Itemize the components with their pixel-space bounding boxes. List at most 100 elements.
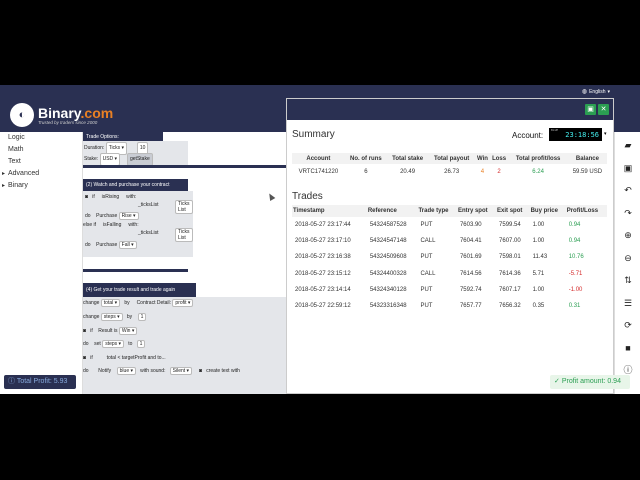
summary-cell: 20.49 (400, 168, 416, 175)
section4-block[interactable]: (4) Get your trade result and trade agai… (83, 283, 196, 297)
trades-header-cell: Reference (366, 205, 418, 217)
top-bar: ◍ English ▾ (0, 85, 640, 98)
summary-title: Summary (292, 129, 335, 140)
blockly-workspace[interactable]: Trade Options: Duration: Ticks ▾ 10 Stak… (83, 132, 286, 394)
trade-cell: 2018-05-27 23:17:44 (295, 222, 351, 229)
total-profit-badge: ⓘ Total Profit: 5.93 (4, 375, 76, 389)
do-label-4: do (83, 368, 89, 374)
trade-cell: 7599.54 (499, 222, 521, 229)
section2-block[interactable]: (2) Watch and purchase your contract (83, 179, 188, 191)
dialog-save-button[interactable]: ▣ (585, 104, 596, 115)
change-label: change (83, 300, 100, 306)
trades-title: Trades (292, 191, 323, 202)
zoom-out-icon[interactable]: ⊖ (621, 251, 635, 265)
purchase-label: Purchase (96, 213, 118, 219)
logo[interactable]: ◐ Binary.com Trusted by traders since 20… (10, 103, 113, 127)
ticks-list-var: _ticksList (138, 202, 159, 208)
trade-cell: 2018-05-27 23:14:14 (295, 286, 351, 293)
dialog-header: ▣ ✕ (287, 99, 613, 120)
settings-icon[interactable]: ◙ (85, 194, 88, 200)
steps-var-select[interactable]: steps ▾ (100, 313, 123, 321)
trade-options-label: Trade Options: (86, 134, 119, 140)
fall-select[interactable]: Fall ▾ (118, 241, 137, 249)
trade-cell: 7598.01 (499, 254, 521, 261)
summary-header-cell: Total payout (428, 153, 476, 164)
else-if-label: else if (83, 222, 97, 228)
stop-icon[interactable]: ■ (621, 341, 635, 355)
sort-icon[interactable]: ⇅ (621, 273, 635, 287)
blue-select[interactable]: blue ▾ (116, 367, 136, 375)
trade-cell: 54324509608 (369, 254, 407, 261)
redo-icon[interactable]: ↷ (621, 206, 635, 220)
list-icon[interactable]: ☰ (621, 296, 635, 310)
set-value[interactable]: 1 (136, 340, 146, 348)
sidebar-item-binary[interactable]: Binary (0, 180, 82, 192)
rise-select[interactable]: Rise ▾ (118, 212, 139, 220)
section4-body: change total ▾ by Contract Detail: profi… (83, 297, 286, 394)
summary-cell: 6 (364, 168, 368, 175)
profit-select[interactable]: profit ▾ (172, 299, 194, 307)
zoom-in-icon[interactable]: ⊕ (621, 228, 635, 242)
stake-currency-value: USD (102, 156, 114, 162)
silent-select[interactable]: Silent ▾ (169, 367, 193, 375)
clock-top: BLUE (551, 128, 559, 132)
set-label: set (94, 341, 101, 347)
sidebar-item-math[interactable]: Math (0, 144, 82, 156)
trade-cell: 0.94 (568, 238, 581, 245)
trade-cell: 0.35 (532, 303, 545, 310)
steps-amount[interactable]: 1 (137, 313, 147, 321)
save-icon[interactable]: ▣ (621, 161, 635, 175)
table-row: 2018-05-27 23:17:10 54324547148 CALL 7604.4… (292, 233, 607, 249)
steps-set-select[interactable]: steps ▾ (102, 340, 125, 348)
total-var-select[interactable]: total ▾ (100, 299, 121, 307)
undo-icon[interactable]: ↶ (621, 183, 635, 197)
settings-icon-2[interactable]: ◙ (83, 328, 86, 334)
summary-table: Account No. of runs Total stake Total payou… (292, 153, 607, 179)
sidebar-item-logic[interactable]: Logic (0, 132, 82, 144)
account-label: Account: (512, 131, 544, 140)
with-sound-label: with sound: (140, 368, 166, 374)
sidebar-item-advanced[interactable]: Advanced (0, 168, 82, 180)
with-label-2: with: (128, 222, 139, 228)
sidebar-item-text[interactable]: Text (0, 156, 82, 168)
trade-options-block[interactable]: Trade Options: (83, 132, 163, 141)
with-label: with: (126, 194, 137, 200)
folder-icon[interactable]: ▰ (621, 138, 635, 152)
trades-header-cell: Buy price (529, 205, 566, 217)
refresh-icon[interactable]: ⟳ (621, 318, 635, 332)
duration-unit-value: Ticks (108, 145, 121, 151)
ticks-list-label[interactable]: Ticks List (178, 201, 189, 213)
trade-cell: 7604.41 (459, 238, 482, 245)
silent-value: Silent (172, 368, 186, 374)
trade-cell: 54324340128 (369, 286, 407, 293)
settings-icon-4[interactable]: ◙ (199, 368, 202, 374)
trade-cell: 54324547148 (369, 238, 407, 245)
trade-cell: 7603.90 (459, 222, 482, 229)
trade-cell: CALL (420, 238, 436, 245)
settings-icon-3[interactable]: ◙ (83, 355, 86, 361)
trade-cell: 1.00 (532, 286, 545, 293)
profit-value: profit (175, 300, 187, 306)
blocks-sidebar: Logic Math Text Advanced Binary (0, 132, 83, 394)
win-select[interactable]: Win ▾ (118, 327, 138, 335)
if-label-3: if (90, 355, 93, 361)
result-is-label: Result is (98, 328, 118, 334)
dialog-close-button[interactable]: ✕ (598, 104, 609, 115)
trades-header-cell: Exit spot (496, 205, 530, 217)
trade-cell: 54324400328 (369, 270, 407, 277)
table-row: 2018-05-27 22:59:12 54323316348 PUT 7657.77… (292, 298, 607, 314)
trade-cell: -5.71 (568, 270, 583, 277)
section4-label: (4) Get your trade result and trade agai… (86, 287, 176, 293)
trade-cell: 10.76 (568, 254, 584, 261)
total-profit-text: Total Profit: 5.93 (16, 378, 68, 385)
do-label-3: do (83, 341, 89, 347)
ticks-list-label-2[interactable]: Ticks List (178, 229, 189, 241)
summary-header-cell: Loss (489, 153, 509, 164)
account-dropdown-icon[interactable]: ▾ (604, 131, 607, 137)
trades-table: Timestamp Reference Trade type Entry spot Ex… (292, 205, 607, 314)
trade-cell: 5.71 (532, 270, 545, 277)
block-bar (83, 165, 286, 168)
is-falling-fn: isFalling (103, 222, 122, 228)
account-clock: BLUE 23:18:56 (549, 128, 602, 141)
language-selector[interactable]: ◍ English ▾ (582, 88, 610, 96)
